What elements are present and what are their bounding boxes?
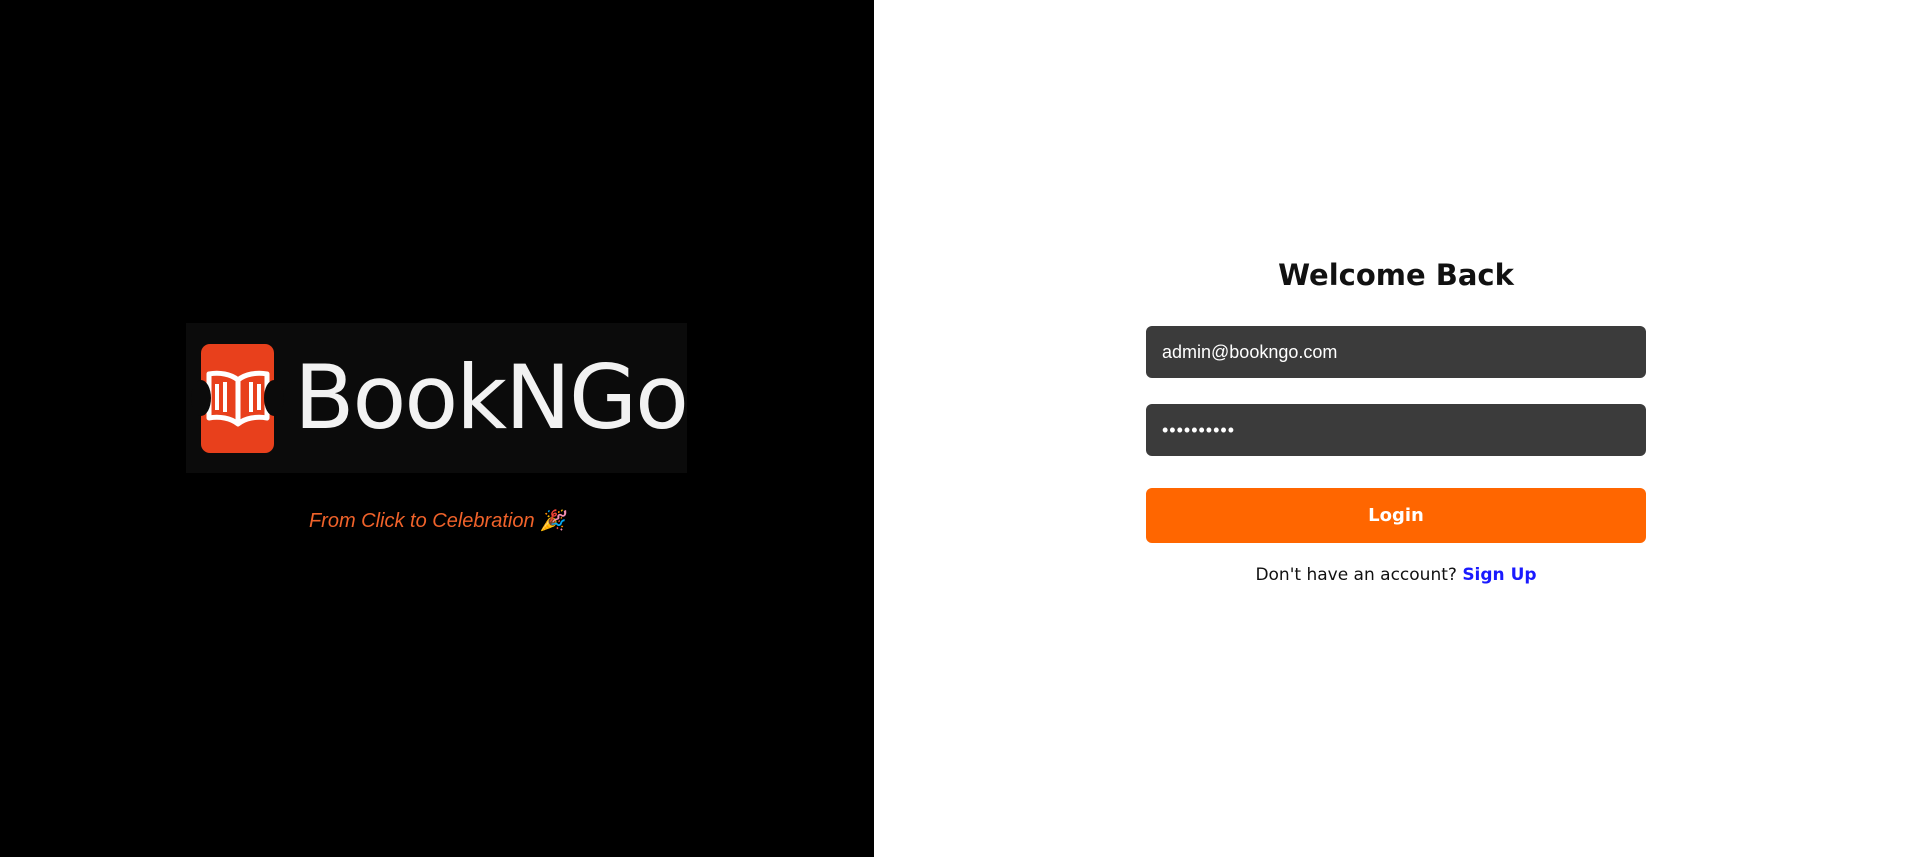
brand-panel: BookNGo From Click to Celebration 🎉: [0, 0, 874, 857]
open-book-ticket-icon: [190, 343, 285, 453]
login-form: Welcome Back Login Don't have an account…: [1146, 258, 1646, 585]
page-title: Welcome Back: [1278, 258, 1514, 292]
login-panel: Welcome Back Login Don't have an account…: [874, 0, 1920, 857]
brand-name: BookNGo: [294, 346, 689, 449]
login-button[interactable]: Login: [1146, 488, 1646, 543]
email-field[interactable]: [1146, 326, 1646, 378]
tagline-text: From Click to Celebration: [308, 510, 535, 532]
password-field[interactable]: [1146, 404, 1646, 456]
brand-tagline: From Click to Celebration 🎉: [0, 508, 874, 533]
login-page: BookNGo From Click to Celebration 🎉 Welc…: [0, 0, 1920, 857]
party-popper-icon: 🎉: [540, 510, 566, 532]
signup-link[interactable]: Sign Up: [1462, 565, 1536, 585]
brand-logo: BookNGo: [186, 323, 689, 473]
signup-prompt: Don't have an account?: [1255, 565, 1457, 585]
signup-row: Don't have an account? Sign Up: [1146, 565, 1646, 585]
